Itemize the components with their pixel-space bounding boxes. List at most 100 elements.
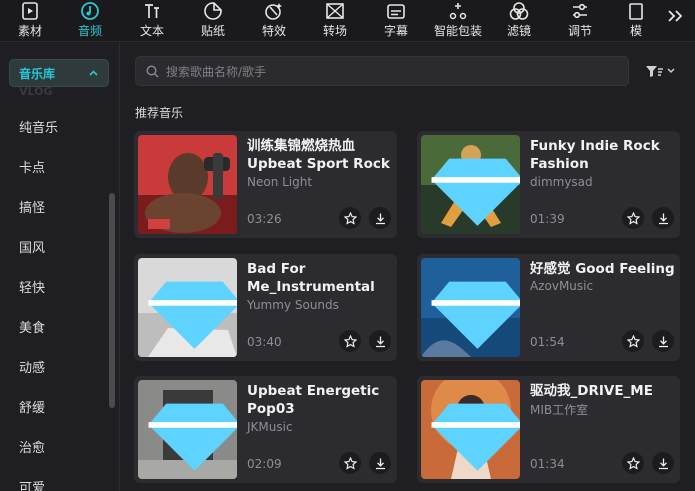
tab-media[interactable]: 素材 [14, 0, 46, 42]
tab-template[interactable]: 模 [625, 0, 647, 42]
tab-smart-pack[interactable]: 智能包装 [430, 0, 486, 42]
sidebar-scrollbar[interactable] [109, 193, 115, 408]
music-library-dropdown[interactable]: 音乐库 [9, 59, 109, 87]
track-duration: 01:54 [530, 335, 565, 349]
chevron-up-icon [89, 70, 98, 76]
sidebar-item[interactable]: 动感 [19, 357, 45, 376]
track-card[interactable]: Upbeat Energetic Pop03 JKMusic 02:09 [134, 376, 397, 483]
track-artist: MIB工作室 [530, 403, 589, 417]
download-icon [375, 336, 385, 347]
vip-diamond-icon [431, 158, 520, 226]
search-box [135, 56, 629, 86]
track-title: 训练集锦燃烧热血 Upbeat Sport Rock ... [247, 138, 390, 172]
vip-diamond-icon [431, 281, 520, 349]
track-duration: 01:39 [530, 212, 565, 226]
category-sidebar: 音乐库 VLOG 纯音乐 卡点 搞怪 国风 轻快 美食 动感 舒缓 治愈 可爱 [0, 43, 120, 491]
filter-sort-icon [646, 66, 675, 77]
album-cover [138, 380, 237, 479]
subtitle-icon [387, 4, 405, 19]
sidebar-item-vlog[interactable]: VLOG [19, 85, 53, 98]
tab-text[interactable]: 文本 [136, 0, 168, 42]
smart-pack-icon [449, 3, 467, 20]
track-duration: 01:34 [530, 457, 565, 471]
track-title: 好感觉 Good Feeling [530, 261, 675, 277]
more-tabs-button[interactable] [665, 6, 687, 26]
download-button[interactable] [369, 207, 391, 229]
adjust-icon [573, 3, 587, 19]
favorite-button[interactable] [339, 207, 361, 229]
text-icon [145, 4, 159, 18]
search-input[interactable] [166, 62, 606, 82]
vip-diamond-icon [431, 403, 520, 471]
tab-template-label: 模 [629, 24, 642, 38]
sticker-icon [204, 2, 222, 20]
favorite-button[interactable] [622, 207, 644, 229]
album-cover [138, 135, 237, 234]
tab-effects-label: 特效 [261, 24, 286, 38]
sidebar-item[interactable]: 舒缓 [19, 397, 45, 416]
album-cover [421, 135, 520, 234]
sidebar-item[interactable]: 国风 [19, 237, 45, 256]
download-button[interactable] [652, 330, 674, 352]
sidebar-item[interactable]: 轻快 [19, 277, 45, 296]
tab-text-label: 文本 [139, 24, 164, 38]
track-card[interactable]: 好感觉 Good Feeling AzovMusic 01:54 [417, 254, 680, 361]
tab-sticker[interactable]: 贴纸 [197, 0, 229, 42]
template-icon [629, 3, 643, 20]
favorite-button[interactable] [339, 452, 361, 474]
download-button[interactable] [369, 452, 391, 474]
effects-icon [265, 3, 282, 20]
tab-media-label: 素材 [17, 24, 42, 38]
tab-sticker-label: 贴纸 [200, 24, 225, 38]
download-button[interactable] [369, 330, 391, 352]
tab-transition[interactable]: 转场 [319, 0, 351, 42]
tab-filter-label: 滤镜 [506, 24, 531, 38]
tab-adjust[interactable]: 调节 [564, 0, 596, 42]
vip-diamond-icon [148, 403, 237, 471]
track-artist: Neon Light [247, 175, 313, 189]
sidebar-item[interactable]: 可爱 [19, 477, 45, 491]
track-duration: 03:40 [247, 335, 282, 349]
track-artist: Yummy Sounds [247, 298, 339, 312]
track-card[interactable]: Funky Indie Rock Fashion dimmysad 01:39 [417, 131, 680, 238]
vip-diamond-icon [148, 281, 237, 349]
track-artist: JKMusic [247, 420, 293, 434]
sidebar-item[interactable]: 治愈 [19, 437, 45, 456]
album-cover [421, 258, 520, 357]
track-artist: AzovMusic [530, 279, 594, 293]
tab-subtitle-label: 字幕 [383, 24, 408, 38]
track-title: Funky Indie Rock Fashion [530, 138, 660, 172]
tab-adjust-label: 调节 [567, 24, 592, 38]
tab-filter[interactable]: 滤镜 [503, 0, 535, 42]
music-library-label: 音乐库 [19, 66, 56, 81]
tab-subtitle[interactable]: 字幕 [380, 0, 412, 42]
star-icon [343, 211, 357, 225]
section-title: 推荐音乐 [135, 106, 184, 120]
album-cover [421, 380, 520, 479]
top-toolbar: 素材 音频 文本 贴纸 特效 转场 字幕 智能包装 滤镜 调节 模 [0, 0, 695, 42]
tab-effects[interactable]: 特效 [258, 0, 290, 42]
download-icon [658, 458, 668, 469]
transition-icon [326, 3, 344, 19]
download-button[interactable] [652, 207, 674, 229]
audio-icon [81, 2, 99, 20]
tab-smart-pack-label: 智能包装 [433, 24, 482, 38]
track-card[interactable]: 训练集锦燃烧热血 Upbeat Sport Rock ... Neon Ligh… [134, 131, 397, 238]
track-card[interactable]: Bad For Me_Instrumental Yummy Sounds 03:… [134, 254, 397, 361]
tab-audio-label: 音频 [77, 24, 102, 38]
download-button[interactable] [652, 452, 674, 474]
sort-filter-button[interactable] [643, 62, 679, 80]
favorite-button[interactable] [622, 330, 644, 352]
sidebar-item[interactable]: 卡点 [19, 157, 45, 176]
favorite-button[interactable] [339, 330, 361, 352]
track-artist: dimmysad [530, 175, 593, 189]
track-title: Upbeat Energetic Pop03 [247, 383, 380, 417]
favorite-button[interactable] [622, 452, 644, 474]
sidebar-item[interactable]: 美食 [19, 317, 45, 336]
sidebar-item[interactable]: 纯音乐 [19, 117, 58, 136]
star-icon [343, 456, 357, 470]
tab-audio[interactable]: 音频 [74, 0, 106, 42]
sidebar-item[interactable]: 搞怪 [19, 197, 45, 216]
tab-transition-label: 转场 [322, 24, 347, 38]
track-card[interactable]: 驱动我_DRIVE_ME MIB工作室 01:34 [417, 376, 680, 483]
